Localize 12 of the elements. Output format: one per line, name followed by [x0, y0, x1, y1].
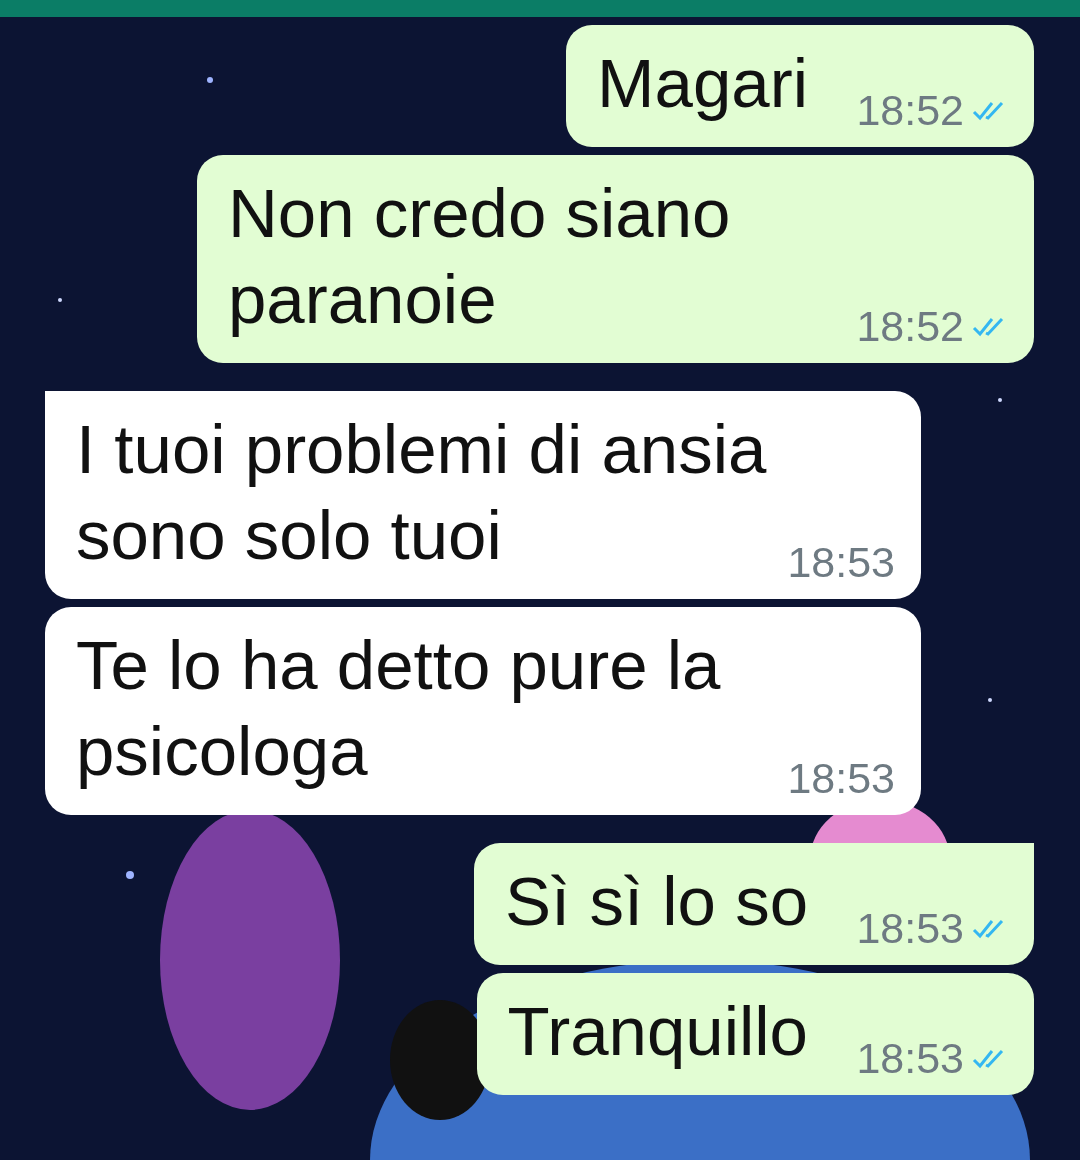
message-time: 18:52: [856, 302, 964, 351]
message-time: 18:53: [787, 538, 895, 587]
message-text: Sì sì lo so: [505, 863, 808, 940]
message-text: Te lo ha detto pure la psicologa: [76, 627, 721, 790]
message-text: Non credo siano paranoie: [228, 175, 731, 338]
message-time: 18:53: [787, 754, 895, 803]
message-text: Magari: [597, 45, 808, 122]
message-text: Tranquillo: [507, 993, 808, 1070]
message-time: 18:53: [856, 904, 964, 953]
message-time: 18:52: [856, 86, 964, 135]
message-text: I tuoi problemi di ansia sono solo tuoi: [76, 411, 767, 574]
message-time: 18:53: [856, 1034, 964, 1083]
